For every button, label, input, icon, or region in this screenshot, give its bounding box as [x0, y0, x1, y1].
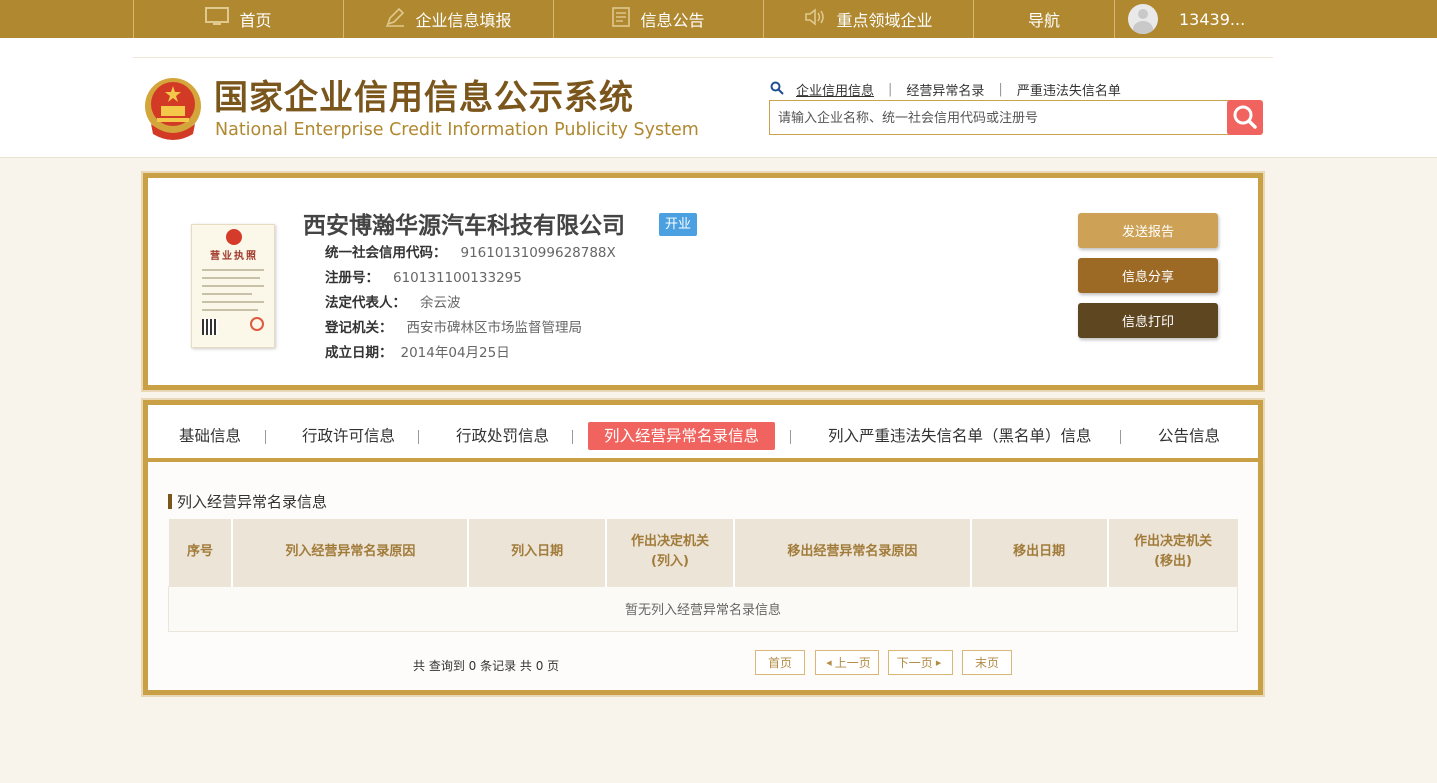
- link-credit-info[interactable]: 企业信用信息: [796, 80, 874, 99]
- print-info-button[interactable]: 信息打印: [1078, 303, 1218, 338]
- company-card: 营业执照 西安博瀚华源汽车科技有限公司 开业 统一社会信用代码： 91610131…: [143, 173, 1263, 390]
- edit-icon: [385, 7, 405, 32]
- nav-key-enterprise[interactable]: 重点领域企业: [764, 0, 974, 38]
- user-menu[interactable]: 13439...: [1115, 0, 1245, 38]
- nav-home-label: 首页: [239, 11, 272, 30]
- search-icon: [1233, 105, 1257, 129]
- field-established-date: 成立日期： 2014年04月25日: [325, 345, 510, 361]
- header-divider: [133, 57, 1273, 58]
- nav-guide-label: 导航: [1027, 11, 1060, 30]
- speaker-icon: [804, 7, 826, 32]
- site-title: 国家企业信用信息公示系统: [214, 78, 634, 118]
- nav-guide[interactable]: 导航: [974, 0, 1115, 38]
- col-out-date: 移出日期: [970, 519, 1109, 586]
- col-in-reason: 列入经营异常名录原因: [232, 519, 470, 586]
- link-abnormal-list[interactable]: 经营异常名录: [906, 80, 984, 99]
- send-report-button[interactable]: 发送报告: [1078, 213, 1218, 248]
- empty-message: 暂无列入经营异常名录信息: [168, 585, 1238, 632]
- tab-basic-info[interactable]: 基础信息: [163, 422, 257, 450]
- user-label: 13439...: [1179, 9, 1246, 29]
- tab-admin-license[interactable]: 行政许可信息: [286, 422, 411, 450]
- nav-enterprise-report[interactable]: 企业信息填报: [344, 0, 554, 38]
- pager-last-button[interactable]: 末页: [962, 650, 1012, 675]
- nav-key-enterprise-label: 重点领域企业: [836, 11, 933, 30]
- nav-home[interactable]: 首页: [133, 0, 344, 38]
- link-blacklist[interactable]: 严重违法失信名单: [1017, 80, 1121, 99]
- abnormal-list-table: 序号 列入经营异常名录原因 列入日期 作出决定机关 (列入) 移出经营异常名录原…: [168, 519, 1238, 632]
- site-subtitle: National Enterprise Credit Information P…: [215, 120, 699, 140]
- tab-announcements[interactable]: 公告信息: [1142, 422, 1236, 450]
- document-icon: [612, 6, 631, 32]
- tab-admin-penalty[interactable]: 行政处罚信息: [440, 422, 565, 450]
- search-type-links: 企业信用信息 | 经营异常名录 | 严重违法失信名单: [770, 80, 1121, 99]
- qr-code-icon: [202, 319, 218, 335]
- field-reg-authority: 登记机关： 西安市碑林区市场监督管理局: [325, 320, 582, 336]
- nav-announcement[interactable]: 信息公告: [554, 0, 764, 38]
- search-small-icon: [770, 81, 784, 99]
- pager-prev-button[interactable]: ◀ 上一页: [815, 650, 879, 675]
- chevron-right-icon: ▶: [935, 658, 942, 667]
- company-name: 西安博瀚华源汽车科技有限公司: [303, 213, 625, 239]
- chevron-left-icon: ◀: [826, 658, 832, 667]
- stamp-icon: [250, 317, 264, 331]
- link-separator: |: [888, 82, 893, 97]
- section-title: 列入经营异常名录信息: [168, 491, 327, 512]
- license-seal-icon: [226, 229, 242, 245]
- avatar[interactable]: [1128, 4, 1158, 34]
- tab-blacklist[interactable]: 列入严重违法失信名单（黑名单）信息: [812, 422, 1108, 450]
- monitor-icon: [205, 6, 230, 32]
- tab-abnormal-list[interactable]: 列入经营异常名录信息: [588, 422, 776, 450]
- status-badge: 开业: [659, 213, 698, 236]
- field-credit-code: 统一社会信用代码： 91610131099628788X: [325, 245, 616, 261]
- search-button[interactable]: [1227, 100, 1263, 135]
- section-title-bar: [168, 494, 172, 509]
- nav-announcement-label: 信息公告: [640, 11, 705, 30]
- col-in-authority: 作出决定机关 (列入): [606, 519, 735, 586]
- national-emblem-icon: [145, 78, 201, 140]
- field-legal-rep: 法定代表人： 余云波: [325, 295, 461, 311]
- info-panel: 基础信息 行政许可信息 行政处罚信息 列入经营异常名录信息 列入严重违法失信名单…: [143, 400, 1263, 695]
- pager-next-button[interactable]: 下一页 ▶: [888, 650, 953, 675]
- table-row: 暂无列入经营异常名录信息: [168, 585, 1238, 632]
- col-index: 序号: [168, 519, 234, 586]
- table-header-row: 序号 列入经营异常名录原因 列入日期 作出决定机关 (列入) 移出经营异常名录原…: [168, 519, 1238, 586]
- col-in-date: 列入日期: [468, 519, 608, 586]
- col-out-reason: 移出经营异常名录原因: [733, 519, 972, 586]
- share-info-button[interactable]: 信息分享: [1078, 258, 1218, 293]
- col-out-authority: 作出决定机关 (移出): [1107, 519, 1238, 586]
- search-input[interactable]: [769, 100, 1229, 135]
- pager-summary: 共 查询到 0 条记录 共 0 页: [413, 659, 560, 673]
- nav-enterprise-report-label: 企业信息填报: [415, 11, 512, 30]
- site-header: 国家企业信用信息公示系统 National Enterprise Credit …: [0, 38, 1437, 158]
- license-title: 营业执照: [210, 251, 258, 262]
- business-license-thumbnail[interactable]: 营业执照: [191, 224, 275, 348]
- pager-first-button[interactable]: 首页: [755, 650, 805, 675]
- field-reg-number: 注册号： 610131100133295: [325, 270, 522, 286]
- link-separator: |: [998, 82, 1003, 97]
- top-nav: 首页 企业信息填报 信息公告 重点领域企业 导航 13439...: [0, 0, 1437, 38]
- tab-bar: 基础信息 行政许可信息 行政处罚信息 列入经营异常名录信息 列入严重违法失信名单…: [148, 405, 1258, 462]
